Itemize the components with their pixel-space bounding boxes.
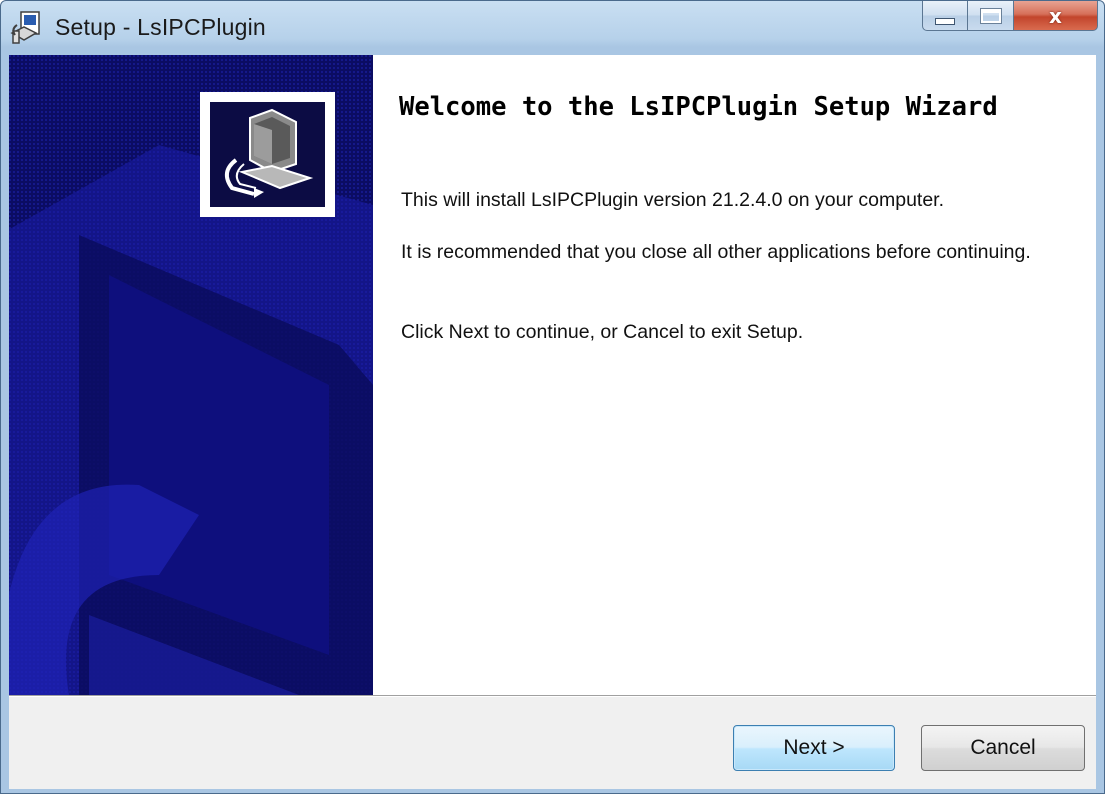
cancel-button[interactable]: Cancel	[921, 725, 1085, 771]
recommendation-text: It is recommended that you close all oth…	[401, 241, 1031, 263]
install-info-text: This will install LsIPCPlugin version 21…	[401, 189, 945, 211]
wizard-side-image	[9, 55, 373, 695]
welcome-heading: Welcome to the LsIPCPlugin Setup Wizard	[399, 92, 998, 122]
minimize-icon	[935, 18, 955, 25]
instruction-text: Click Next to continue, or Cancel to exi…	[401, 321, 804, 343]
next-button[interactable]: Next >	[733, 725, 895, 771]
window-title: Setup - LsIPCPlugin	[55, 14, 266, 40]
maximize-button[interactable]	[968, 1, 1014, 31]
caption-buttons: x	[922, 1, 1098, 35]
close-button[interactable]: x	[1014, 1, 1098, 31]
setup-window: Setup - LsIPCPlugin x Welcome to the LsI…	[0, 0, 1105, 794]
computer-install-icon	[210, 102, 325, 207]
wizard-client-area: Welcome to the LsIPCPlugin Setup Wizard …	[9, 55, 1096, 789]
minimize-button[interactable]	[922, 1, 968, 31]
close-icon: x	[1049, 3, 1062, 28]
title-bar[interactable]: Setup - LsIPCPlugin x	[1, 1, 1104, 55]
wizard-content: Welcome to the LsIPCPlugin Setup Wizard …	[373, 55, 1096, 695]
setup-logo	[200, 92, 335, 217]
maximize-icon	[979, 7, 1002, 24]
footer-divider-highlight	[9, 696, 1096, 697]
installer-icon	[10, 11, 40, 44]
